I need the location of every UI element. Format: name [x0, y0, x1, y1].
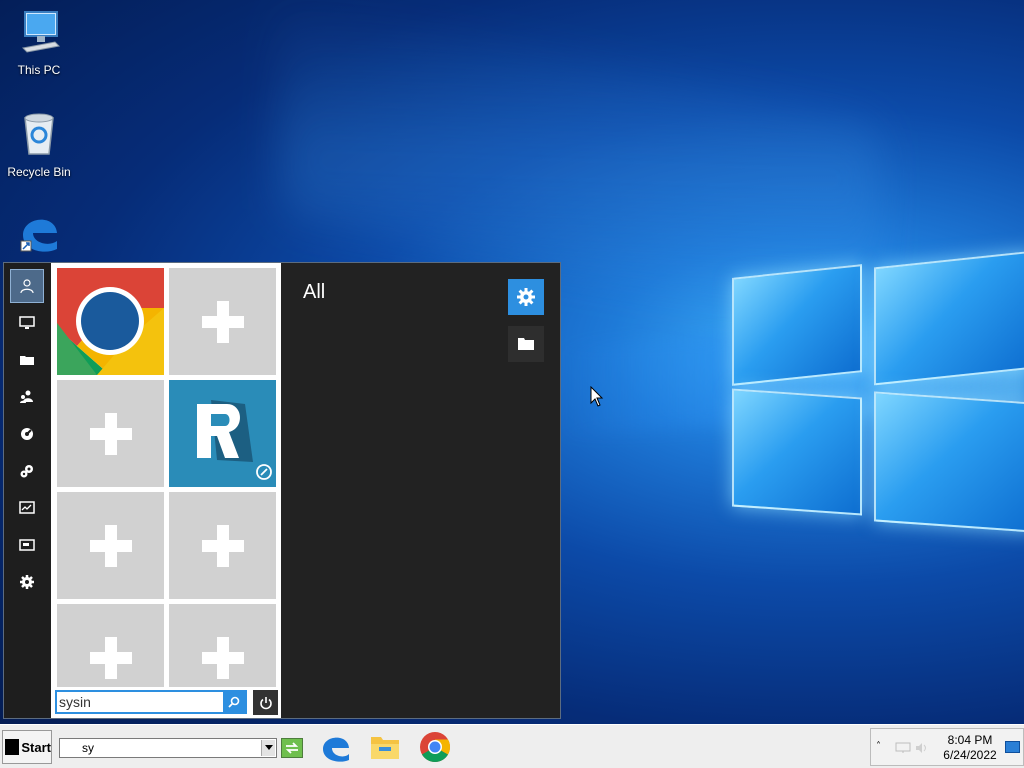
file-explorer-icon	[371, 737, 399, 759]
power-button[interactable]	[253, 690, 278, 715]
gear-icon	[517, 288, 535, 306]
search-input[interactable]	[59, 693, 227, 711]
start-button-label: Start	[21, 739, 51, 755]
go-arrows-icon	[285, 742, 299, 754]
tile-add[interactable]	[169, 268, 276, 375]
mouse-cursor-icon	[590, 386, 604, 407]
rail-users-button[interactable]	[10, 380, 44, 414]
show-desktop-icon[interactable]	[1005, 741, 1020, 753]
taskbar-edge-button[interactable]	[318, 729, 354, 765]
rail-network-button[interactable]	[10, 417, 44, 451]
clock[interactable]: 8:04 PM 6/24/2022	[935, 733, 1005, 763]
network-icon	[21, 428, 33, 440]
search-box	[55, 690, 247, 714]
tile-add[interactable]	[57, 380, 164, 487]
start-menu-search-bar	[51, 687, 281, 718]
edge-icon	[323, 737, 349, 762]
settings-icon	[20, 575, 34, 589]
rail-gears-button[interactable]	[10, 454, 44, 488]
taskbar-chrome-button[interactable]	[417, 729, 453, 765]
run-go-button[interactable]	[281, 738, 303, 758]
display-icon	[19, 539, 35, 551]
desktop-icon-label: Recycle Bin	[7, 165, 71, 179]
desktop-icon-recycle-bin[interactable]: Recycle Bin	[1, 110, 77, 179]
power-icon	[259, 696, 272, 709]
monitor-icon	[19, 316, 35, 329]
start-menu-rail	[4, 263, 51, 718]
windows-logo-wallpaper	[726, 245, 1024, 535]
user-icon	[20, 279, 34, 294]
all-apps-heading: All	[303, 281, 326, 303]
tile-add[interactable]	[57, 604, 164, 687]
show-hidden-icons-button[interactable]: ˄	[876, 741, 881, 752]
chrome-icon	[57, 268, 164, 375]
start-settings-button[interactable]	[508, 279, 544, 315]
start-logo-icon	[5, 739, 20, 755]
start-button[interactable]: Start	[2, 730, 52, 764]
rail-display-button[interactable]	[10, 528, 44, 562]
recycle-bin-icon	[24, 113, 54, 155]
start-folder-button[interactable]	[508, 326, 544, 362]
clock-time: 8:04 PM	[947, 733, 993, 747]
run-dropdown-button[interactable]	[261, 740, 275, 756]
r-app-icon	[197, 400, 272, 480]
start-menu: All	[3, 262, 561, 719]
start-menu-tiles	[51, 263, 281, 687]
chevron-down-icon	[264, 745, 273, 750]
volume-icon[interactable]	[915, 742, 929, 754]
rail-performance-button[interactable]	[10, 491, 44, 525]
search-icon	[228, 696, 240, 708]
plus-icon	[201, 524, 244, 567]
rail-folder-button[interactable]	[10, 343, 44, 377]
system-tray: ˄ 8:04 PM 6/24/2022	[870, 728, 1024, 766]
performance-icon	[19, 501, 35, 514]
tile-add[interactable]	[57, 492, 164, 599]
network-tray-icon[interactable]	[895, 742, 911, 754]
search-button[interactable]	[223, 692, 245, 712]
rail-monitor-button[interactable]	[10, 306, 44, 340]
folder-icon	[20, 356, 34, 365]
plus-icon	[201, 300, 244, 343]
users-icon	[20, 390, 33, 403]
plus-icon	[89, 524, 132, 567]
folder-icon	[518, 338, 534, 350]
rail-settings-button[interactable]	[10, 565, 44, 599]
desktop-icon-label: This PC	[17, 63, 61, 77]
taskbar-file-explorer-button[interactable]	[367, 729, 403, 765]
plus-icon	[89, 412, 132, 455]
desktop-icon-edge[interactable]	[1, 207, 77, 262]
gears-icon	[20, 465, 33, 478]
start-menu-all-panel: All	[281, 263, 560, 718]
chrome-icon	[420, 732, 451, 763]
computer-icon	[21, 11, 61, 53]
plus-icon	[89, 636, 132, 679]
run-combobox[interactable]: sy	[59, 738, 277, 758]
tile-add[interactable]	[169, 604, 276, 687]
tile-add[interactable]	[169, 492, 276, 599]
taskbar: Start sy ˄ 8:04 PM 6/24/2022	[0, 724, 1024, 768]
run-input-value[interactable]: sy	[82, 741, 94, 755]
desktop-icon-this-pc[interactable]: This PC	[1, 8, 77, 77]
tile-r-app[interactable]	[169, 380, 276, 487]
plus-icon	[201, 636, 244, 679]
edge-shortcut-icon	[20, 219, 57, 252]
clock-date: 6/24/2022	[943, 748, 997, 762]
tile-chrome[interactable]	[57, 268, 164, 375]
rail-user-button[interactable]	[10, 269, 44, 303]
